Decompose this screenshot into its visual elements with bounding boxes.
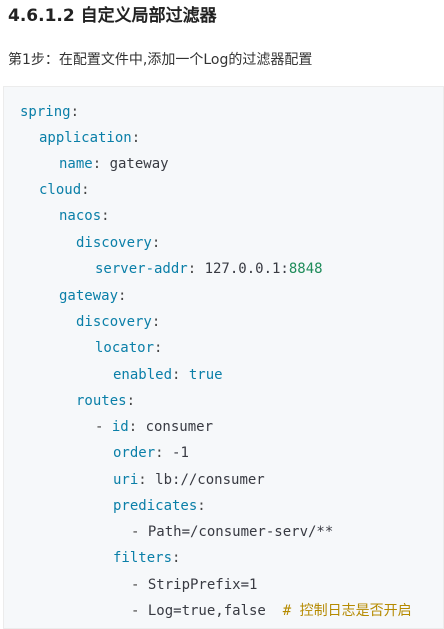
yaml-key: discovery [76,314,152,330]
yaml-key: locator [95,340,155,356]
yaml-key: predicates [113,498,198,514]
yaml-code-block: spring: application: name: gateway cloud… [3,86,444,629]
yaml-value: 127.0.0.1: [204,261,289,277]
code-line-order: order: -1 [113,445,189,461]
code-line-server-addr: server-addr: 127.0.0.1:8848 [95,261,323,277]
yaml-number: 8848 [288,261,323,277]
yaml-key: discovery [76,235,152,251]
yaml-key: id [111,419,129,435]
yaml-key: order [113,445,156,461]
yaml-value: Log=true,false [147,603,266,619]
code-line-predicate-item: - Path=/consumer-serv/** [131,524,334,540]
code-line-name: name: gateway [59,156,169,172]
code-line-route-id: - id: consumer [95,419,214,435]
code-line-filter-log: - Log=true,false # 控制日志是否开启 [131,603,412,619]
code-line-uri: uri: lb://consumer [113,472,265,488]
code-line-filter-strip-prefix: - StripPrefix=1 [131,577,258,593]
yaml-value: consumer [145,419,214,435]
yaml-value: gateway [109,156,169,172]
yaml-key: cloud [39,182,82,198]
yaml-key: server-addr [95,261,188,277]
code-line-application: application: [39,130,141,146]
yaml-comment: # 控制日志是否开启 [282,603,412,619]
yaml-value: Path=/consumer-serv/** [147,524,334,540]
yaml-value: StripPrefix=1 [147,577,258,593]
code-line-spring: spring: [20,104,80,120]
yaml-value: lb://consumer [155,472,265,488]
yaml-value: -1 [172,445,189,461]
yaml-key: name [59,156,93,172]
code-line-cloud: cloud: [39,182,90,198]
code-line-gateway: gateway: [59,288,127,304]
code-line-gateway-discovery: discovery: [76,314,161,330]
yaml-key: uri [113,472,139,488]
yaml-key: nacos [59,208,102,224]
code-line-predicates: predicates: [113,498,206,514]
code-line-routes: routes: [76,393,136,409]
yaml-key: routes [76,393,127,409]
code-line-discovery: discovery: [76,235,161,251]
code-line-enabled: enabled: true [113,367,223,383]
yaml-key: application [39,130,132,146]
yaml-key: gateway [59,288,119,304]
yaml-key: spring [20,104,71,120]
code-line-locator: locator: [95,340,163,356]
yaml-key: filters [113,550,173,566]
yaml-boolean: true [188,367,223,383]
code-line-nacos: nacos: [59,208,110,224]
code-line-filters: filters: [113,550,181,566]
step-instruction: 第1步：在配置文件中,添加一个Log的过滤器配置 [8,52,313,68]
section-heading: 4.6.1.2 自定义局部过滤器 [8,6,217,26]
yaml-key: enabled [113,367,173,383]
